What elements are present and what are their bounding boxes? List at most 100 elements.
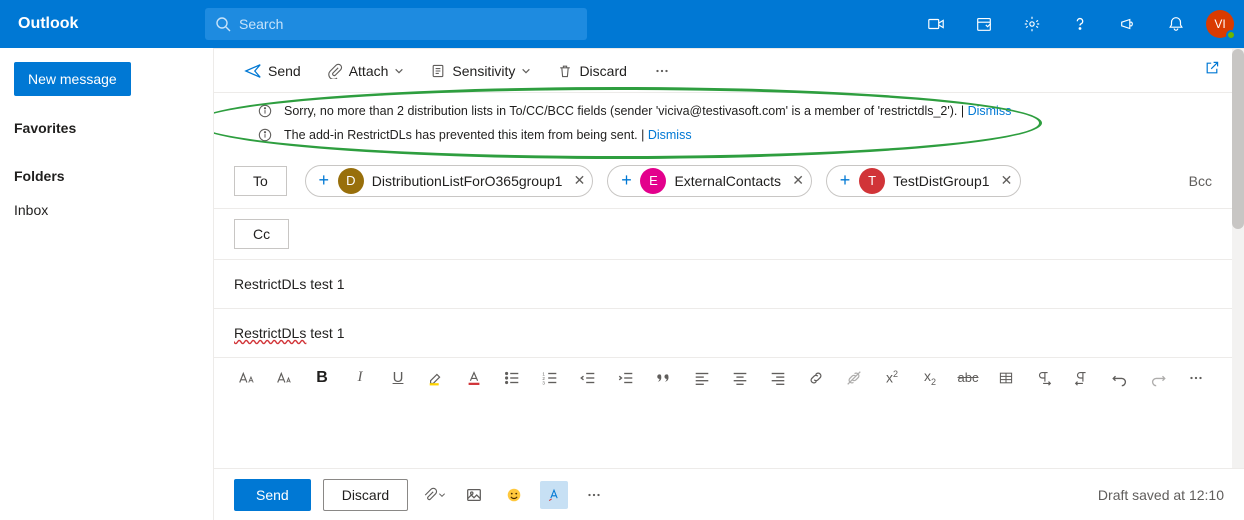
subject-field[interactable]: RestrictDLs test 1 — [214, 260, 1232, 309]
align-right-icon[interactable] — [766, 366, 790, 390]
scrollbar-track[interactable] — [1232, 49, 1244, 520]
folder-pane: New message Favorites Folders Inbox — [0, 48, 214, 520]
indent-icon[interactable] — [614, 366, 638, 390]
unlink-icon[interactable] — [842, 366, 866, 390]
to-row[interactable]: To + D DistributionListForO365group1 ✕ +… — [214, 153, 1232, 209]
cc-row[interactable]: Cc — [214, 209, 1232, 260]
outdent-icon[interactable] — [576, 366, 600, 390]
more-commands[interactable] — [653, 62, 671, 80]
recipient-chip[interactable]: + D DistributionListForO365group1 ✕ — [305, 165, 594, 197]
account-avatar[interactable]: VI — [1206, 10, 1234, 38]
popout-icon[interactable] — [1204, 60, 1220, 81]
dismiss-link[interactable]: Dismiss — [968, 104, 1012, 118]
subscript-icon[interactable]: x2 — [918, 366, 942, 390]
expand-chip-icon[interactable]: + — [835, 171, 855, 191]
settings-icon[interactable] — [1008, 0, 1056, 48]
emoji-mini-icon[interactable] — [500, 481, 528, 509]
info-text: The add-in RestrictDLs has prevented thi… — [284, 128, 648, 142]
sensitivity-command[interactable]: Sensitivity — [430, 63, 531, 79]
undo-icon[interactable] — [1108, 366, 1132, 390]
recipient-name: TestDistGroup1 — [893, 173, 989, 189]
help-icon[interactable] — [1056, 0, 1104, 48]
info-bar-region: Sorry, no more than 2 distribution lists… — [214, 93, 1232, 153]
info-icon — [258, 104, 272, 118]
compose-command-bar: Send Attach Sensitivity Discard — [214, 49, 1232, 93]
scrollbar-thumb[interactable] — [1232, 49, 1244, 229]
bold-icon[interactable]: B — [310, 366, 334, 390]
favorites-header[interactable]: Favorites — [0, 96, 213, 144]
info-icon — [258, 128, 272, 142]
align-center-icon[interactable] — [728, 366, 752, 390]
remove-chip-icon[interactable]: ✕ — [570, 172, 588, 190]
recipient-chip[interactable]: + E ExternalContacts ✕ — [607, 165, 812, 197]
avatar-pill: D — [338, 168, 364, 194]
compose-pane: Send Attach Sensitivity Discard — [214, 48, 1244, 520]
draft-status: Draft saved at 12:10 — [1098, 487, 1224, 503]
strikethrough-icon[interactable]: abc — [956, 366, 980, 390]
search-icon — [215, 16, 231, 32]
folders-header[interactable]: Folders — [0, 144, 213, 192]
dismiss-link[interactable]: Dismiss — [648, 128, 692, 142]
font-family-icon[interactable] — [234, 366, 258, 390]
expand-chip-icon[interactable]: + — [314, 171, 334, 191]
brand-name: Outlook — [0, 15, 205, 33]
svg-text:3: 3 — [542, 380, 545, 385]
send-label: Send — [268, 63, 301, 79]
avatar-pill: T — [859, 168, 885, 194]
show-format-icon[interactable] — [540, 481, 568, 509]
send-button[interactable]: Send — [234, 479, 311, 511]
send-command[interactable]: Send — [244, 62, 301, 80]
info-bar-policy: Sorry, no more than 2 distribution lists… — [258, 99, 1232, 123]
quote-icon[interactable] — [652, 366, 676, 390]
picture-mini-icon[interactable] — [460, 481, 488, 509]
app-header: Outlook VI — [0, 0, 1244, 48]
new-message-button[interactable]: New message — [14, 62, 131, 96]
number-list-icon[interactable]: 123 — [538, 366, 562, 390]
message-body[interactable]: RestrictDLs test 1 — [214, 309, 1232, 357]
bullet-list-icon[interactable] — [500, 366, 524, 390]
link-icon[interactable] — [804, 366, 828, 390]
discard-label: Discard — [579, 63, 626, 79]
align-left-icon[interactable] — [690, 366, 714, 390]
info-bar-addin: The add-in RestrictDLs has prevented thi… — [258, 123, 1232, 147]
italic-icon[interactable]: I — [348, 366, 372, 390]
discard-command[interactable]: Discard — [557, 63, 626, 79]
format-ribbon: B I U 123 x2 x2 abc — [214, 357, 1232, 397]
recipient-name: DistributionListForO365group1 — [372, 173, 563, 189]
search-box[interactable] — [205, 8, 587, 40]
expand-chip-icon[interactable]: + — [616, 171, 636, 191]
discard-button[interactable]: Discard — [323, 479, 408, 511]
my-day-icon[interactable] — [960, 0, 1008, 48]
font-size-icon[interactable] — [272, 366, 296, 390]
cc-button[interactable]: Cc — [234, 219, 289, 249]
notifications-icon[interactable] — [1152, 0, 1200, 48]
search-input[interactable] — [231, 16, 577, 32]
meet-now-icon[interactable] — [912, 0, 960, 48]
redo-icon[interactable] — [1146, 366, 1170, 390]
spellcheck-word[interactable]: RestrictDLs — [234, 325, 306, 341]
sensitivity-label: Sensitivity — [452, 63, 515, 79]
avatar-pill: E — [640, 168, 666, 194]
recipient-chip[interactable]: + T TestDistGroup1 ✕ — [826, 165, 1020, 197]
megaphone-icon[interactable] — [1104, 0, 1152, 48]
rtl-icon[interactable] — [1032, 366, 1056, 390]
attach-mini-icon[interactable] — [420, 481, 448, 509]
superscript-icon[interactable]: x2 — [880, 366, 904, 390]
send-bar: Send Discard Draft saved at 12:10 — [214, 468, 1244, 520]
remove-chip-icon[interactable]: ✕ — [789, 172, 807, 190]
font-color-icon[interactable] — [462, 366, 486, 390]
attach-command[interactable]: Attach — [327, 63, 405, 79]
highlight-icon[interactable] — [424, 366, 448, 390]
bcc-toggle[interactable]: Bcc — [1189, 173, 1212, 189]
remove-chip-icon[interactable]: ✕ — [998, 172, 1016, 190]
ltr-icon[interactable] — [1070, 366, 1094, 390]
table-icon[interactable] — [994, 366, 1018, 390]
presence-indicator — [1226, 30, 1236, 40]
info-text: Sorry, no more than 2 distribution lists… — [284, 104, 968, 118]
more-format-icon[interactable] — [1184, 366, 1208, 390]
folder-inbox[interactable]: Inbox — [0, 192, 213, 228]
more-mini-icon[interactable] — [580, 481, 608, 509]
underline-icon[interactable]: U — [386, 366, 410, 390]
to-button[interactable]: To — [234, 166, 287, 196]
to-recipients: + D DistributionListForO365group1 ✕ + E … — [305, 165, 1021, 197]
